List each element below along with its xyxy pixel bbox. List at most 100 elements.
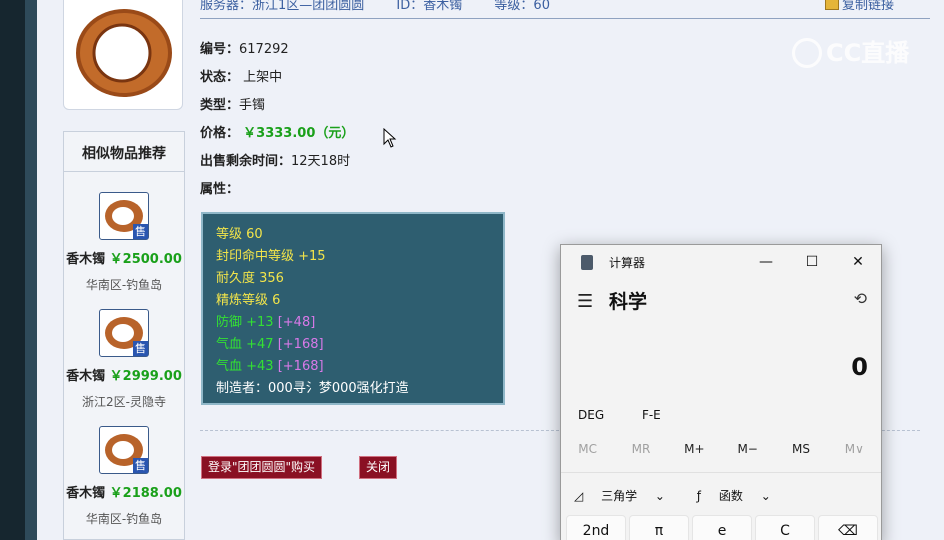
status-value: 上架中: [243, 70, 283, 85]
attr-hp2: 气血 +43: [216, 359, 274, 374]
mouse-cursor-icon: [383, 128, 397, 148]
number-label: 编号：: [200, 42, 240, 57]
key-row: 2nd π e C ⌫: [566, 515, 878, 540]
similar-item[interactable]: 售 香木镯 ￥2500.00 华南区-钓鱼岛: [64, 192, 184, 293]
similar-items-panel: 相似物品推荐 售 香木镯 ￥2500.00 华南区-钓鱼岛 售 香木镯 ￥299…: [63, 131, 185, 540]
calculator-mode: 科学: [609, 291, 648, 313]
bracelet-thumb-icon[interactable]: 售: [99, 309, 149, 357]
attr-refine: 精炼等级 6: [216, 293, 281, 308]
type-label: 类型：: [200, 98, 240, 113]
cc-logo-icon: [792, 38, 822, 68]
maximize-button[interactable]: ☐: [789, 250, 835, 274]
angle-row: DEG F-E: [578, 408, 695, 422]
pi-key[interactable]: π: [629, 515, 689, 540]
attr-seal: 封印命中等级 +15: [216, 249, 326, 264]
similar-item-price: ￥2500.00: [109, 252, 182, 267]
trig-dropdown[interactable]: ◿ 三角学 ⌄: [574, 489, 679, 503]
attr-hp1-bonus: [+168]: [277, 337, 324, 352]
attr-hp1: 气血 +47: [216, 337, 274, 352]
calculator-separator: [561, 472, 881, 473]
attr-defense-bonus: [+48]: [277, 315, 316, 330]
sell-badge: 售: [133, 341, 148, 356]
watermark: CC直播: [792, 33, 909, 68]
sell-badge: 售: [133, 224, 148, 239]
bracelet-thumb-icon[interactable]: 售: [99, 426, 149, 474]
bracelet-thumb-icon[interactable]: 售: [99, 192, 149, 240]
minimize-button[interactable]: —: [743, 250, 789, 274]
m-minus-button[interactable]: M−: [721, 442, 774, 456]
remain-row: 出售剩余时间：12天18时: [200, 150, 350, 169]
attr-defense: 防御 +13: [216, 315, 274, 330]
similar-item-location: 浙江2区-灵隐寺: [82, 395, 166, 409]
level-text: 等级：60: [494, 0, 550, 13]
calculator-app-icon: [581, 255, 593, 270]
menu-icon[interactable]: ☰: [577, 291, 593, 312]
func-dropdown[interactable]: ƒ 函数 ⌄: [697, 489, 785, 503]
price-row: 价格： ￥3333.00（元）: [200, 122, 354, 141]
calculator-window: 计算器 — ☐ ✕ ☰ 科学 ⟲ 0 DEG F-E MC MR M+ M− M…: [560, 244, 882, 540]
chevron-down-icon: ⌄: [760, 489, 771, 503]
history-icon[interactable]: ⟲: [854, 289, 867, 308]
second-key[interactable]: 2nd: [566, 515, 626, 540]
remain-label: 出售剩余时间：: [200, 154, 292, 169]
clear-key[interactable]: C: [755, 515, 815, 540]
m-plus-button[interactable]: M+: [668, 442, 721, 456]
calculator-header: ☰ 科学 ⟲: [561, 279, 881, 319]
calculator-titlebar[interactable]: 计算器 — ☐ ✕: [561, 245, 881, 279]
remain-value: 12天18时: [291, 154, 351, 169]
similar-item-location: 华南区-钓鱼岛: [85, 278, 163, 292]
login-buy-button[interactable]: 登录"团团圆圆"购买: [201, 456, 323, 479]
triangle-icon: ◿: [574, 489, 584, 503]
status-row: 状态： 上架中: [200, 66, 282, 85]
left-border-inner: [25, 0, 37, 540]
attr-maker: 制造者：000寻氵梦000强化打造: [216, 381, 409, 396]
memory-row: MC MR M+ M− MS M∨: [561, 442, 881, 456]
calculator-title: 计算器: [609, 256, 646, 270]
left-border: [0, 0, 25, 540]
close-button[interactable]: 关闭: [359, 456, 397, 479]
sell-badge: 售: [133, 458, 148, 473]
similar-item[interactable]: 售 香木镯 ￥2999.00 浙江2区-灵隐寺: [64, 309, 184, 410]
memory-list-button[interactable]: M∨: [828, 442, 881, 456]
mr-button[interactable]: MR: [614, 442, 667, 456]
copy-link-button[interactable]: 复制链接: [824, 0, 922, 15]
bracelet-icon: [76, 9, 172, 97]
item-topbar: 服务器：浙江1区—团团圆圆 ID：香木镯 等级：60 复制链接: [200, 0, 930, 19]
similar-item-name: 香木镯: [66, 486, 106, 501]
e-key[interactable]: e: [692, 515, 752, 540]
attr-label: 属性：: [200, 182, 240, 197]
status-label: 状态：: [200, 70, 240, 85]
function-row: ◿ 三角学 ⌄ ƒ 函数 ⌄: [574, 487, 799, 504]
attr-level: 等级 60: [216, 227, 263, 242]
price-label: 价格：: [200, 126, 240, 141]
attr-row: 属性：: [200, 178, 239, 197]
chevron-down-icon: ⌄: [654, 489, 665, 503]
price-value: ￥3333.00（元）: [243, 126, 355, 141]
server-text: 服务器：浙江1区—团团圆圆: [200, 0, 365, 13]
mc-button[interactable]: MC: [561, 442, 614, 456]
backspace-key[interactable]: ⌫: [818, 515, 878, 540]
similar-item-location: 华南区-钓鱼岛: [85, 512, 163, 526]
type-row: 类型：手镯: [200, 94, 265, 113]
attribute-box: 等级 60 封印命中等级 +15 耐久度 356 精炼等级 6 防御 +13 […: [201, 212, 505, 405]
number-value: 617292: [239, 42, 289, 57]
id-text: ID：香木镯: [396, 0, 463, 13]
similar-item[interactable]: 售 香木镯 ￥2188.00 华南区-钓鱼岛: [64, 426, 184, 527]
similar-item-name: 香木镯: [66, 252, 106, 267]
attr-hp2-bonus: [+168]: [277, 359, 324, 374]
calculator-display: 0: [851, 353, 868, 381]
similar-item-price: ￥2188.00: [109, 486, 182, 501]
fe-button[interactable]: F-E: [642, 408, 661, 422]
attr-durability: 耐久度 356: [216, 271, 284, 286]
item-image: [63, 0, 183, 110]
type-value: 手镯: [239, 98, 266, 113]
similar-items-title: 相似物品推荐: [64, 132, 184, 172]
close-window-button[interactable]: ✕: [835, 250, 881, 274]
deg-button[interactable]: DEG: [578, 408, 604, 422]
similar-item-price: ￥2999.00: [109, 369, 182, 384]
ms-button[interactable]: MS: [774, 442, 827, 456]
similar-item-name: 香木镯: [66, 369, 106, 384]
func-label: 函数: [718, 489, 743, 503]
number-row: 编号：617292: [200, 38, 289, 57]
trig-label: 三角学: [601, 489, 638, 503]
